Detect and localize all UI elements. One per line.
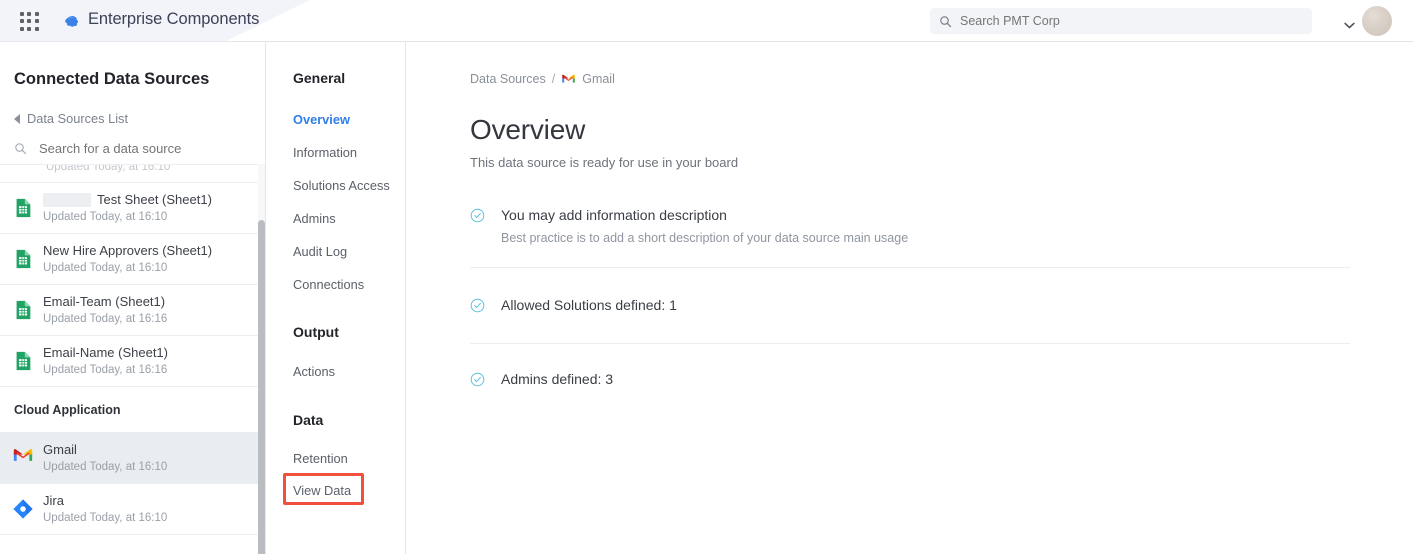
redacted-block <box>43 193 91 207</box>
nav-group-general: General <box>293 70 345 86</box>
list-item-jira[interactable]: Jira Updated Today, at 16:10 <box>0 484 266 535</box>
checklist-item: Admins defined: 3 <box>470 370 1350 418</box>
nav-item-information[interactable]: Information <box>293 145 357 160</box>
sidebar-title: Connected Data Sources <box>14 70 209 89</box>
brand-bird-logo <box>62 12 81 31</box>
list-item-title: Email-Name (Sheet1) <box>43 345 168 361</box>
breadcrumb-current[interactable]: Gmail <box>582 72 615 86</box>
breadcrumb-data-sources[interactable]: Data Sources <box>470 72 546 86</box>
breadcrumb-separator: / <box>552 72 555 86</box>
list-item[interactable]: New Hire Approvers (Sheet1) Updated Toda… <box>0 234 266 285</box>
app-root: Enterprise Components Connected Data Sou… <box>0 0 1413 554</box>
google-sheets-icon <box>12 197 34 219</box>
nav-item-retention[interactable]: Retention <box>293 451 348 466</box>
check-circle-icon <box>470 372 485 387</box>
back-to-data-sources-list[interactable]: Data Sources List <box>14 111 128 126</box>
checklist-item: You may add information description Best… <box>470 206 1350 268</box>
checklist-item-subtitle: Best practice is to add a short descript… <box>501 230 908 247</box>
search-input[interactable] <box>960 14 1260 28</box>
list-item-title: Test Sheet (Sheet1) <box>43 192 212 208</box>
list-item-title: New Hire Approvers (Sheet1) <box>43 243 212 259</box>
list-item-subtitle: Updated Today, at 16:16 <box>43 362 168 378</box>
nav-item-connections[interactable]: Connections <box>293 277 364 292</box>
chevron-down-icon[interactable] <box>1344 16 1355 23</box>
list-item-subtitle: Updated Today, at 16:10 <box>46 165 170 174</box>
main-content: Data Sources / Gmail Overview This data … <box>407 42 1413 554</box>
checklist-item-title: You may add information description <box>501 206 908 225</box>
page-title: Overview <box>470 114 585 146</box>
list-item-gmail[interactable]: Gmail Updated Today, at 16:10 <box>0 433 266 484</box>
connected-data-sources-sidebar: Connected Data Sources Data Sources List… <box>0 42 266 554</box>
checklist-item: Allowed Solutions defined: 1 <box>470 296 1350 344</box>
nav-group-output: Output <box>293 324 339 340</box>
back-label: Data Sources List <box>27 111 128 126</box>
list-item-title: Email-Team (Sheet1) <box>43 294 167 310</box>
sidebar-search[interactable] <box>14 141 239 156</box>
page-subtitle: This data source is ready for use in you… <box>470 155 738 170</box>
nav-item-overview[interactable]: Overview <box>293 112 350 127</box>
check-circle-icon <box>470 298 485 313</box>
search-icon <box>14 142 27 155</box>
google-sheets-icon <box>12 299 34 321</box>
list-item-subtitle: Updated Today, at 16:10 <box>43 510 167 526</box>
checklist-item-title: Allowed Solutions defined: 1 <box>501 296 677 315</box>
apps-grid-icon[interactable] <box>20 12 40 32</box>
list-item-subtitle: Updated Today, at 16:10 <box>43 459 167 475</box>
list-item-subtitle: Updated Today, at 16:10 <box>43 260 212 276</box>
google-sheets-icon <box>12 248 34 270</box>
data-source-search-input[interactable] <box>39 141 239 156</box>
sidebar-scrollbar-thumb[interactable] <box>258 220 265 554</box>
top-header: Enterprise Components <box>0 0 1413 42</box>
list-item[interactable]: Email-Team (Sheet1) Updated Today, at 16… <box>0 285 266 336</box>
nav-item-solutions-access[interactable]: Solutions Access <box>293 178 390 193</box>
checklist-spacer <box>470 268 1350 296</box>
checklist-spacer <box>470 344 1350 370</box>
list-item[interactable]: Email-Name (Sheet1) Updated Today, at 16… <box>0 336 266 387</box>
nav-item-audit-log[interactable]: Audit Log <box>293 244 347 259</box>
user-avatar[interactable] <box>1362 6 1392 36</box>
list-item-label: Test Sheet (Sheet1) <box>97 192 212 208</box>
list-item-subtitle: Updated Today, at 16:16 <box>43 311 167 327</box>
list-item[interactable]: Test Sheet (Sheet1) Updated Today, at 16… <box>0 183 266 234</box>
list-item-title: Jira <box>43 493 167 509</box>
global-search[interactable] <box>930 8 1312 34</box>
nav-item-view-data[interactable]: View Data <box>293 483 351 498</box>
checklist-item-title: Admins defined: 3 <box>501 370 613 389</box>
back-triangle-icon <box>14 114 20 124</box>
checklist: You may add information description Best… <box>470 206 1350 418</box>
list-item-title: Gmail <box>43 442 167 458</box>
gmail-icon <box>561 73 576 85</box>
data-source-list[interactable]: Updated Today, at 16:10 <box>0 164 266 554</box>
nav-item-actions[interactable]: Actions <box>293 364 335 379</box>
list-item-subtitle: Updated Today, at 16:10 <box>43 209 212 225</box>
brand-title: Enterprise Components <box>88 10 259 29</box>
list-item-partial[interactable]: Updated Today, at 16:10 <box>0 165 266 183</box>
nav-group-data: Data <box>293 412 323 428</box>
search-icon <box>939 15 952 28</box>
nav-item-admins[interactable]: Admins <box>293 211 336 226</box>
jira-icon <box>12 498 34 520</box>
google-sheets-icon <box>12 350 34 372</box>
gmail-icon <box>12 447 34 469</box>
check-circle-icon <box>470 208 485 223</box>
group-header-cloud-application: Cloud Application <box>0 387 266 433</box>
breadcrumb: Data Sources / Gmail <box>470 72 615 86</box>
settings-nav: General Overview Information Solutions A… <box>277 42 406 554</box>
